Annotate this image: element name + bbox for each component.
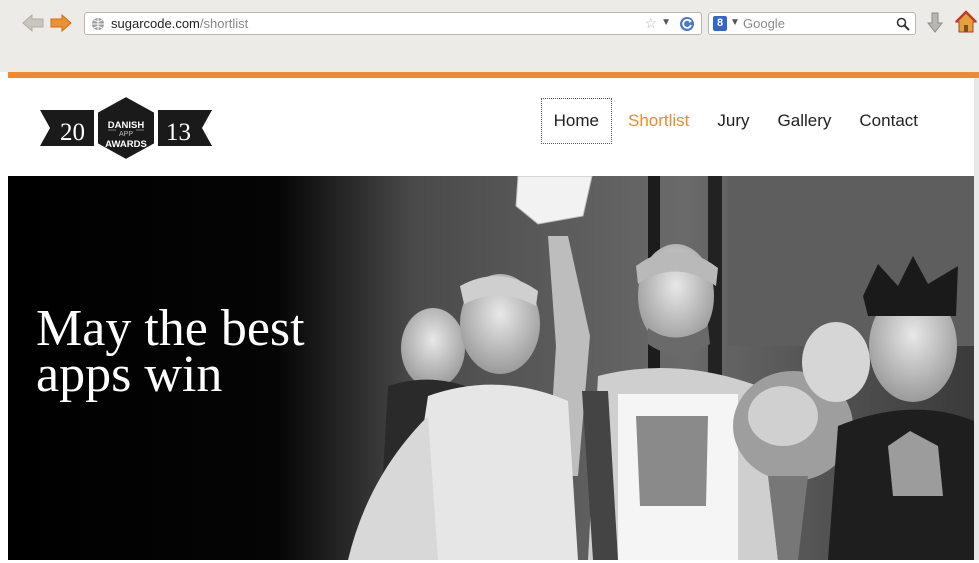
logo-text-danish: DANISH xyxy=(107,120,145,131)
logo-text-app: APP xyxy=(118,131,133,138)
magnifier-icon[interactable] xyxy=(896,17,910,31)
site-header: 20 13 DANISH APP AWARDS Home Shortlist J… xyxy=(8,78,974,176)
url-path: /shortlist xyxy=(199,16,249,31)
url-domain: sugarcode.com xyxy=(111,16,200,31)
browser-toolbar: sugarcode.com/shortlist ☆ ▼ 8 ▼ Google xyxy=(0,0,979,72)
nav-gallery[interactable]: Gallery xyxy=(778,99,832,143)
logo-text-awards: AWARDS xyxy=(105,139,147,150)
hero-title: May the best apps win xyxy=(36,300,305,403)
search-input[interactable]: Google xyxy=(743,16,785,31)
hero-banner: May the best apps win xyxy=(8,176,974,560)
home-icon[interactable] xyxy=(954,10,978,34)
logo-year-left: 20 xyxy=(60,119,85,146)
download-icon[interactable] xyxy=(925,12,945,34)
nav-home[interactable]: Home xyxy=(540,98,612,144)
nav-jury[interactable]: Jury xyxy=(717,99,749,143)
url-text: sugarcode.com/shortlist xyxy=(111,16,248,31)
search-bar[interactable]: 8 ▼ Google xyxy=(708,12,916,35)
google-icon[interactable]: 8 xyxy=(713,16,727,31)
nav-contact[interactable]: Contact xyxy=(859,99,918,143)
back-button[interactable] xyxy=(20,12,46,34)
bookmark-star-icon[interactable]: ☆ xyxy=(644,15,657,32)
logo-year-right: 13 xyxy=(166,119,191,146)
main-nav: Home Shortlist Jury Gallery Contact xyxy=(540,98,918,144)
reload-icon[interactable] xyxy=(679,16,695,32)
nav-shortlist[interactable]: Shortlist xyxy=(628,99,689,143)
back-arrow-icon xyxy=(22,14,44,32)
globe-icon xyxy=(92,18,104,30)
page-scrollbar[interactable] xyxy=(974,78,979,563)
logo[interactable]: 20 13 DANISH APP AWARDS xyxy=(40,96,212,160)
dropdown-icon[interactable]: ▼ xyxy=(661,17,671,28)
search-engine-dropdown-icon[interactable]: ▼ xyxy=(730,17,740,28)
address-bar[interactable]: sugarcode.com/shortlist ☆ ▼ xyxy=(84,12,702,35)
forward-button[interactable] xyxy=(48,12,74,34)
forward-arrow-icon xyxy=(50,14,72,32)
